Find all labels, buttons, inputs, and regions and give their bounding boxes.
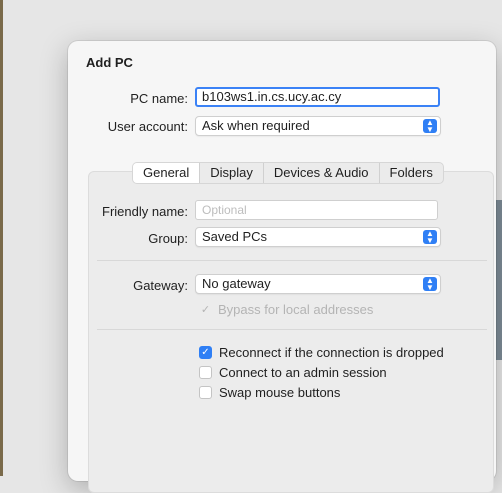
checkmark-icon: ✓ <box>200 304 211 316</box>
user-account-popup[interactable]: Ask when required ▲ ▼ <box>195 116 441 136</box>
group-value: Saved PCs <box>202 229 268 244</box>
admin-session-label: Connect to an admin session <box>219 365 387 380</box>
reconnect-label: Reconnect if the connection is dropped <box>219 345 444 360</box>
section-divider <box>97 260 487 261</box>
reconnect-checkbox[interactable]: ✓ <box>199 346 212 359</box>
user-account-value: Ask when required <box>202 118 310 133</box>
section-divider <box>97 329 487 330</box>
tab-devices-audio[interactable]: Devices & Audio <box>264 163 380 183</box>
reconnect-checkbox-row[interactable]: ✓ Reconnect if the connection is dropped <box>199 345 444 360</box>
admin-session-checkbox-row[interactable]: Connect to an admin session <box>199 365 387 380</box>
swap-mouse-label: Swap mouse buttons <box>219 385 341 400</box>
tab-folders[interactable]: Folders <box>380 163 443 183</box>
background-window-edge <box>0 0 3 476</box>
user-account-label: User account: <box>107 119 188 134</box>
gateway-label: Gateway: <box>133 278 188 293</box>
tab-bar: General Display Devices & Audio Folders <box>132 162 444 184</box>
popup-arrows-icon: ▲ ▼ <box>423 277 437 292</box>
add-pc-sheet: Add PC PC name: b103ws1.in.cs.ucy.ac.cy … <box>68 41 496 493</box>
popup-arrows-icon: ▲ ▼ <box>423 119 437 134</box>
popup-arrows-icon: ▲ ▼ <box>423 230 437 245</box>
tab-general[interactable]: General <box>133 163 201 183</box>
group-popup[interactable]: Saved PCs ▲ ▼ <box>195 227 441 247</box>
friendly-name-input[interactable]: Optional <box>195 200 438 220</box>
gateway-value: No gateway <box>202 276 271 291</box>
tab-display[interactable]: Display <box>200 163 264 183</box>
swap-mouse-checkbox[interactable] <box>199 386 212 399</box>
dialog-title: Add PC <box>86 55 133 70</box>
admin-session-checkbox[interactable] <box>199 366 212 379</box>
bypass-local-checkbox: ✓ Bypass for local addresses <box>199 302 373 317</box>
friendly-name-label: Friendly name: <box>102 204 188 219</box>
gateway-popup[interactable]: No gateway ▲ ▼ <box>195 274 441 294</box>
background-window-strip <box>496 200 502 360</box>
pc-name-input[interactable]: b103ws1.in.cs.ucy.ac.cy <box>195 87 440 107</box>
pc-name-label: PC name: <box>130 91 188 106</box>
swap-mouse-checkbox-row[interactable]: Swap mouse buttons <box>199 385 340 400</box>
group-label: Group: <box>148 231 188 246</box>
bypass-label: Bypass for local addresses <box>218 302 374 317</box>
